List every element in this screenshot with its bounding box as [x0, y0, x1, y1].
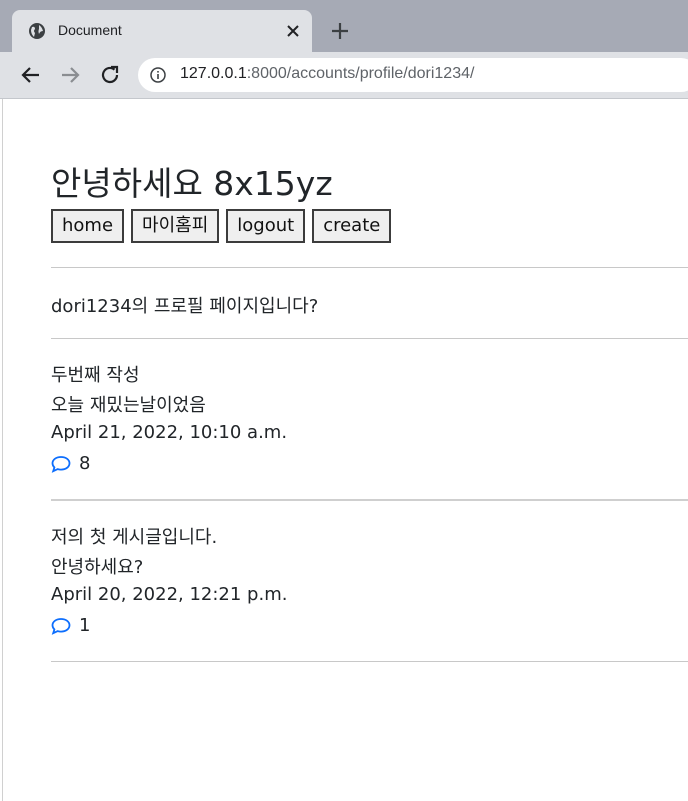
- home-button[interactable]: home: [51, 209, 125, 243]
- close-icon[interactable]: [286, 24, 300, 38]
- globe-icon: [29, 23, 45, 39]
- nav-buttons: home 마이홈피 logout create: [51, 209, 392, 243]
- comment-link[interactable]: 8: [51, 453, 90, 474]
- post-content: 오늘 재밌는날이었음: [51, 395, 206, 416]
- comment-link[interactable]: 1: [51, 615, 90, 636]
- divider: [51, 661, 688, 662]
- comment-count: 8: [79, 453, 91, 474]
- url-host: 127.0.0.1: [180, 65, 247, 82]
- address-bar[interactable]: 127.0.0.1:8000/accounts/profile/dori1234…: [138, 58, 688, 92]
- my-homepage-button[interactable]: 마이홈피: [131, 209, 220, 243]
- url-text: 127.0.0.1:8000/accounts/profile/dori1234…: [180, 65, 474, 83]
- reload-icon[interactable]: [99, 64, 121, 86]
- browser-toolbar: 127.0.0.1:8000/accounts/profile/dori1234…: [0, 52, 688, 99]
- tab-strip: Document: [0, 0, 688, 52]
- url-path: :8000/accounts/profile/dori1234/: [246, 65, 475, 82]
- info-icon[interactable]: [150, 67, 166, 83]
- new-tab-icon[interactable]: [330, 21, 350, 41]
- forward-arrow-icon[interactable]: [59, 64, 81, 86]
- browser-tab[interactable]: Document: [12, 10, 312, 52]
- post-title: 저의 첫 게시글입니다.: [51, 527, 218, 548]
- comment-count: 1: [79, 615, 91, 636]
- page-title: 안녕하세요 8x15yz: [51, 164, 333, 203]
- post-date: April 21, 2022, 10:10 a.m.: [51, 422, 288, 443]
- post-content: 안녕하세요?: [51, 557, 144, 578]
- divider: [51, 338, 688, 339]
- post-title: 두번째 작성: [51, 365, 140, 386]
- logout-button[interactable]: logout: [226, 209, 306, 243]
- divider: [51, 267, 688, 268]
- comment-icon: [51, 617, 71, 635]
- tab-title: Document: [58, 22, 122, 38]
- comment-icon: [51, 455, 71, 473]
- page-viewport: 안녕하세요 8x15yz home 마이홈피 logout create dor…: [2, 99, 688, 801]
- back-arrow-icon[interactable]: [20, 64, 42, 86]
- profile-description: dori1234의 프로필 페이지입니다?: [51, 296, 319, 317]
- post-date: April 20, 2022, 12:21 p.m.: [51, 584, 288, 605]
- divider: [51, 499, 688, 501]
- create-button[interactable]: create: [312, 209, 392, 243]
